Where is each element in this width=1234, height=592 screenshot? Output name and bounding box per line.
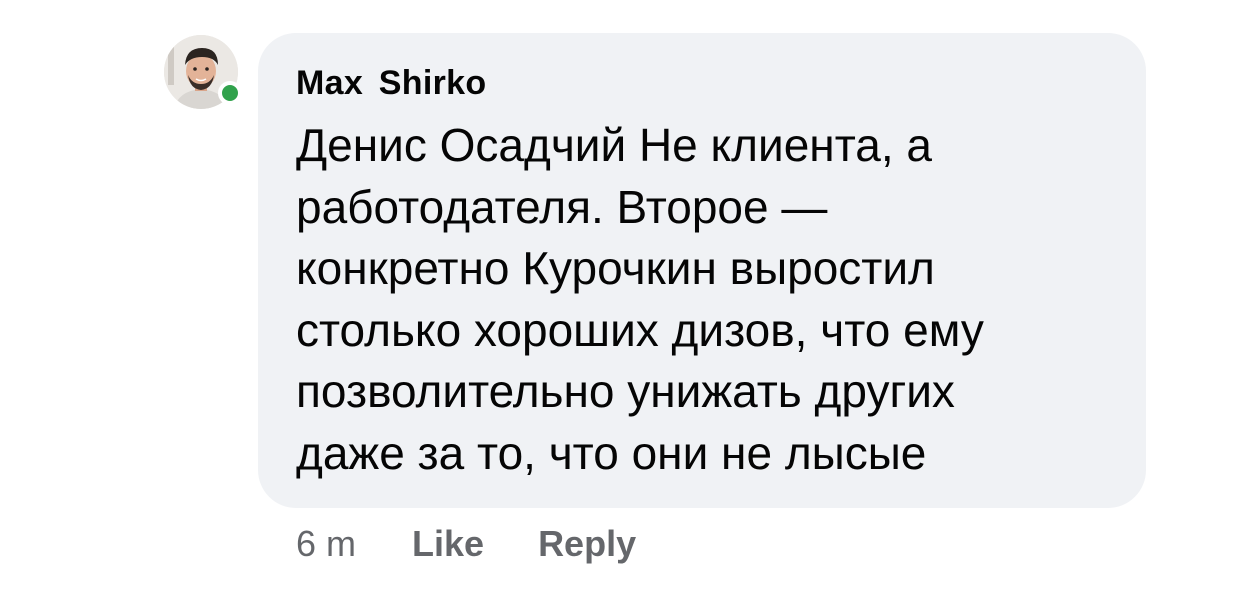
comment-bubble: Max Shirko Денис Осадчий Не клиента, а р… [258,33,1146,508]
comment-author-name[interactable]: Max Shirko [296,63,1106,103]
comment: Max Shirko Денис Осадчий Не клиента, а р… [0,0,1234,592]
reply-button[interactable]: Reply [538,523,636,565]
comment-actions: 6 m Like Reply [296,522,690,566]
avatar-container[interactable] [164,35,242,111]
comment-text: Денис Осадчий Не клиента, а работодателя… [296,119,984,479]
like-button[interactable]: Like [412,523,484,565]
online-status-icon [218,81,242,105]
comment-timestamp[interactable]: 6 m [296,523,356,565]
